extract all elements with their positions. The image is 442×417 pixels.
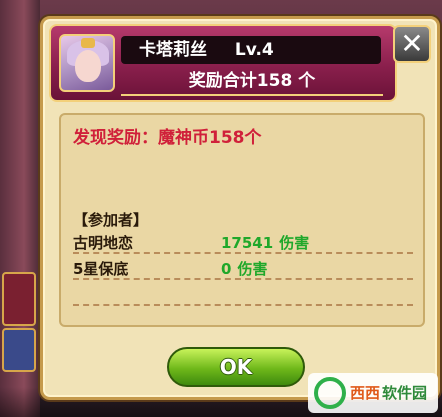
watermark-text-b: 软件园	[382, 384, 428, 402]
reward-total: 奖励合计158 个	[121, 68, 383, 96]
reward-dialog: 卡塔莉丝 Lv.4 奖励合计158 个 ✕ 发现奖励：魔神币158个 【参加者】…	[40, 16, 440, 400]
participant-name: 古明地恋	[73, 234, 134, 252]
character-portrait	[59, 34, 115, 92]
found-reward: 发现奖励：魔神币158个	[73, 123, 262, 148]
participant-damage: 0 伤害	[221, 258, 267, 279]
dialog-header: 卡塔莉丝 Lv.4 奖励合计158 个	[49, 24, 397, 102]
character-level: Lv.4	[234, 40, 274, 60]
participant-damage: 17541 伤害	[221, 232, 309, 253]
close-icon: ✕	[400, 27, 424, 60]
reward-content-panel: 发现奖励：魔神币158个 【参加者】 古明地恋 17541 伤害 5星保底 0 伤害	[59, 113, 425, 327]
site-watermark: 西西 软件园	[308, 373, 438, 413]
watermark-text-a: 西西	[350, 384, 381, 402]
ok-button[interactable]: OK	[167, 347, 305, 387]
participants-title: 【参加者】	[73, 211, 149, 229]
participant-row: 5星保底 0 伤害	[73, 258, 413, 280]
participant-damage-unit: 伤害	[237, 260, 268, 278]
background-left-badge	[2, 272, 36, 326]
background-left-badge-2	[2, 328, 36, 372]
found-reward-label: 发现奖励：	[73, 128, 158, 148]
found-reward-value: 魔神币158个	[158, 128, 262, 148]
participant-damage-value: 0	[221, 260, 232, 278]
character-name: 卡塔莉丝	[139, 40, 207, 60]
portrait-face	[75, 50, 101, 82]
participant-name: 5星保底	[73, 260, 129, 278]
participant-row: 古明地恋 17541 伤害	[73, 232, 413, 254]
participant-row-empty	[73, 284, 413, 306]
participant-damage-unit: 伤害	[279, 234, 310, 252]
participant-damage-value: 17541	[221, 234, 274, 252]
character-name-box: 卡塔莉丝 Lv.4	[121, 36, 381, 64]
watermark-text: 西西 软件园	[350, 382, 427, 403]
portrait-crown-icon	[81, 38, 95, 48]
close-button[interactable]: ✕	[393, 25, 431, 63]
watermark-logo-icon	[314, 377, 346, 409]
